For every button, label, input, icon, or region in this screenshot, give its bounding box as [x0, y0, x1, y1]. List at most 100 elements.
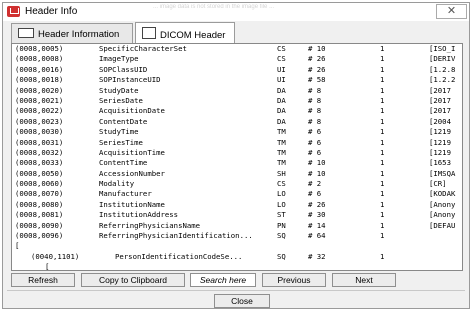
cell-name: InstitutionAddress — [99, 210, 179, 220]
cell-vr: LO — [277, 199, 286, 209]
cell-vm: 1 — [380, 199, 385, 209]
tab-label: DICOM Header — [160, 30, 226, 41]
cell-len: # 26 — [308, 54, 326, 64]
dicom-header-panel[interactable]: (0008,0005) SpecificCharacterSet CS # 10 1 [I… — [11, 43, 463, 271]
table-row[interactable]: (0008,0033) ContentTime TM # 10 1 [1653 — [15, 158, 461, 168]
cell-name: Manufacturer — [99, 189, 152, 199]
table-row[interactable]: (0008,0018) SOPInstanceUID UI # 58 1 [1.2.2 — [15, 75, 461, 85]
next-button[interactable]: Next — [332, 273, 396, 287]
cell-vm: 1 — [380, 127, 385, 137]
search-input[interactable]: Search here — [190, 273, 256, 287]
cell-vm: 1 — [380, 64, 385, 74]
cell-len: # 6 — [308, 147, 322, 157]
cell-tag: (0008,0090) — [15, 220, 64, 230]
table-row[interactable]: (0008,0005) SpecificCharacterSet CS # 10 1 [I… — [15, 44, 461, 54]
cell-value: [IMSQA — [429, 168, 456, 178]
cell-value: [ISO_I — [429, 44, 456, 53]
cell-name: StudyTime — [99, 127, 139, 137]
tab-header-information[interactable]: Header Information — [11, 23, 133, 43]
table-row[interactable]: (0008,0008) ImageType CS # 26 1 [DERIV — [15, 54, 461, 64]
cell-len: # 58 — [308, 75, 326, 85]
cell-vr: TM — [277, 147, 286, 157]
cell-len: # 8 — [308, 95, 322, 105]
table-row[interactable]: (0008,0081) InstitutionAddress ST # 30 1 [Ano… — [15, 210, 461, 220]
table-row[interactable]: (0008,0016) SOPClassUID UI # 26 1 [1.2.8 — [15, 65, 461, 75]
table-row[interactable]: (0008,0070) Manufacturer LO # 6 1 [KODAK — [15, 189, 461, 199]
cell-value: [1219 — [429, 147, 451, 157]
cell-vr: CS — [277, 179, 286, 189]
cell-len: # 10 — [308, 158, 326, 168]
cell-len: # 64 — [308, 231, 326, 241]
cell-vm: 1 — [380, 85, 385, 95]
cell-vm: 1 — [380, 106, 385, 116]
app-icon — [7, 6, 20, 17]
cell-name: AcquisitionDate — [99, 106, 165, 116]
cell-tag: (0008,0020) — [15, 85, 64, 95]
cell-vm: 1 — [380, 179, 385, 189]
table-row[interactable]: (0008,0050) AccessionNumber SH # 10 1 [IMSQA — [15, 169, 461, 179]
cell-vr: DA — [277, 106, 286, 116]
table-row[interactable]: (0008,0031) SeriesTime TM # 6 1 [1219 — [15, 138, 461, 148]
bracket-text: [ — [45, 262, 50, 271]
cell-vr: CS — [277, 44, 286, 53]
cell-vr: SQ — [277, 251, 286, 261]
cell-vm: 1 — [380, 137, 385, 147]
cell-vr: PN — [277, 220, 286, 230]
cell-vr: SQ — [277, 231, 286, 241]
cell-len: # 30 — [308, 210, 326, 220]
cell-len: # 8 — [308, 85, 322, 95]
table-row[interactable]: (0008,0023) ContentDate DA # 8 1 [2004 — [15, 117, 461, 127]
button-bar: Refresh Copy to Clipboard Search here Pr… — [11, 273, 463, 288]
cell-name: InstitutionName — [99, 199, 165, 209]
copy-to-clipboard-button[interactable]: Copy to Clipboard — [81, 273, 185, 287]
table-row[interactable]: (0008,0030) StudyTime TM # 6 1 [1219 — [15, 127, 461, 137]
table-row[interactable]: (0008,0020) StudyDate DA # 8 1 [2017 — [15, 86, 461, 96]
tab-dicom-header[interactable]: DICOM Header — [135, 22, 235, 43]
previous-button[interactable]: Previous — [262, 273, 326, 287]
cell-name: ReferringPhysicianIdentification... — [99, 231, 253, 241]
cell-name: SpecificCharacterSet — [99, 44, 187, 53]
cell-tag: (0008,0023) — [15, 116, 64, 126]
divider — [7, 290, 465, 291]
cell-vr: TM — [277, 158, 286, 168]
table-row[interactable]: (0008,0032) AcquisitionTime TM # 6 1 [1219 — [15, 148, 461, 158]
cell-len: # 6 — [308, 127, 322, 137]
cell-len: # 8 — [308, 106, 322, 116]
table-row[interactable]: (0008,0096) ReferringPhysicianIdentificat… — [15, 231, 461, 241]
header-table: (0008,0005) SpecificCharacterSet CS # 10 1 [I… — [15, 44, 461, 271]
cell-len: # 2 — [308, 179, 322, 189]
table-row[interactable]: (0008,0021) SeriesDate DA # 8 1 [2017 — [15, 96, 461, 106]
list-icon — [18, 28, 34, 38]
cell-name: ContentTime — [99, 158, 148, 168]
cell-tag: (0008,0008) — [15, 54, 64, 64]
cell-name: ReferringPhysiciansName — [99, 220, 201, 230]
table-row[interactable]: (0008,0080) InstitutionName LO # 26 1 [Anony — [15, 200, 461, 210]
cell-name: SOPClassUID — [99, 64, 148, 74]
cell-value: [DERIV — [429, 54, 456, 64]
cell-value: [KODAK — [429, 189, 456, 199]
cell-tag: (0008,0033) — [15, 158, 64, 168]
cell-name: AccessionNumber — [99, 168, 165, 178]
close-window-icon[interactable]: ✕ — [436, 4, 467, 19]
cell-vm: 1 — [380, 251, 385, 261]
title-bar[interactable]: Header Info ... image data is not stored… — [3, 3, 469, 21]
table-row[interactable]: (0008,0060) Modality CS # 2 1 [CR] — [15, 179, 461, 189]
cell-len: # 10 — [308, 168, 326, 178]
refresh-button[interactable]: Refresh — [11, 273, 75, 287]
cell-tag: (0008,0070) — [15, 189, 64, 199]
cell-name: SeriesTime — [99, 137, 143, 147]
close-button[interactable]: Close — [214, 294, 270, 308]
cell-vm: 1 — [380, 220, 385, 230]
cell-name: SOPInstanceUID — [99, 75, 161, 85]
table-row[interactable]: (0008,0022) AcquisitionDate DA # 8 1 [2017 — [15, 106, 461, 116]
tab-strip: Header Information DICOM Header — [9, 22, 465, 43]
table-row[interactable]: (0008,0090) ReferringPhysiciansName PN # 14… — [15, 221, 461, 231]
window-title: Header Info — [25, 6, 78, 17]
cell-vm: 1 — [380, 44, 385, 53]
cell-vr: CS — [277, 54, 286, 64]
cell-vr: SH — [277, 168, 286, 178]
cell-tag: (0008,0021) — [15, 95, 64, 105]
cell-value: [2017 — [429, 85, 451, 95]
cell-len: # 10 — [308, 44, 326, 53]
table-row[interactable]: (0040,1101) PersonIdentificationCodeSe...… — [15, 252, 461, 262]
